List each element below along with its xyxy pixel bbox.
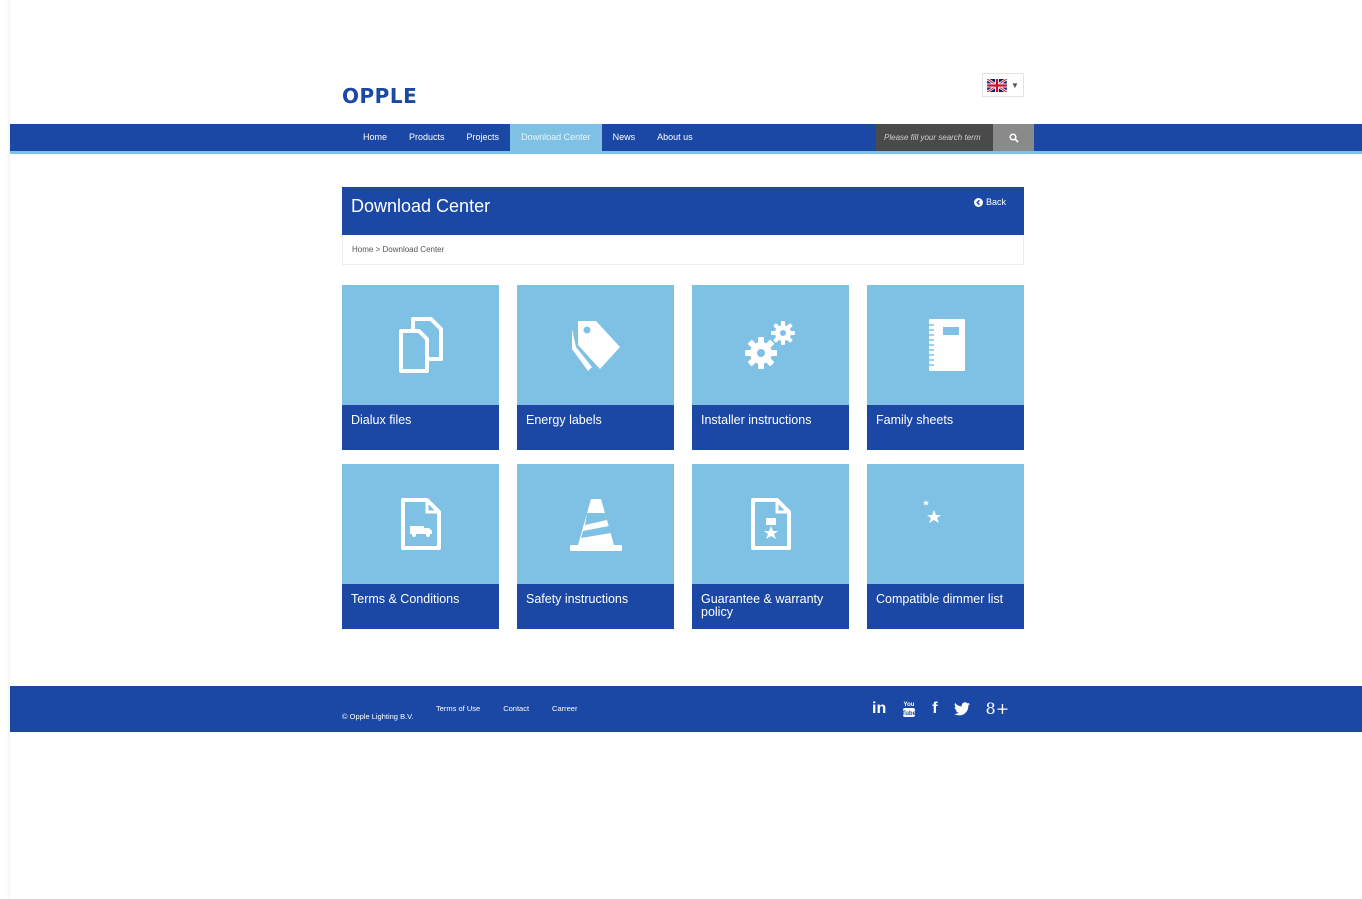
tile-terms-conditions[interactable]: Terms & Conditions <box>342 464 499 629</box>
tile-safety-instructions[interactable]: Safety instructions <box>517 464 674 629</box>
tags-icon <box>571 321 620 371</box>
back-label: Back <box>985 197 1006 207</box>
back-arrow-icon <box>973 197 983 207</box>
social-links: in You Tube f 8+ <box>872 698 1009 720</box>
tile-label: Installer instructions <box>692 405 849 450</box>
tile-label: Safety instructions <box>517 584 674 629</box>
breadcrumb-separator: > <box>375 245 381 254</box>
search-icon <box>1008 132 1019 143</box>
main-nav: Home Products Projects Download Center N… <box>352 124 704 151</box>
footer-links: Terms of Use Contact Carreer <box>436 704 577 713</box>
tile-installer-instructions[interactable]: Installer instructions <box>692 285 849 450</box>
tile-icon-area <box>342 464 499 584</box>
flag-uk-icon <box>987 78 1008 92</box>
tile-icon-area <box>692 464 849 584</box>
gears-icon <box>744 321 795 369</box>
chevron-down-icon: ▼ <box>1011 80 1019 90</box>
tile-icon-area <box>867 285 1024 405</box>
tile-label: Dialux files <box>342 405 499 450</box>
tile-icon-area <box>517 464 674 584</box>
tile-dialux-files[interactable]: Dialux files <box>342 285 499 450</box>
traffic-cone-icon <box>569 499 622 551</box>
tile-energy-labels[interactable]: Energy labels <box>517 285 674 450</box>
tile-label: Terms & Conditions <box>342 584 499 629</box>
notebook-icon <box>928 319 965 371</box>
footer-link-contact[interactable]: Contact <box>503 704 529 713</box>
main-navbar: Home Products Projects Download Center N… <box>10 124 1362 154</box>
youtube-icon[interactable]: You Tube <box>902 698 916 720</box>
search-input[interactable] <box>876 124 993 151</box>
twitter-icon[interactable] <box>953 698 970 720</box>
tile-label: Family sheets <box>867 405 1024 450</box>
linkedin-icon[interactable]: in <box>872 698 886 720</box>
breadcrumb-current: Download Center <box>382 245 445 254</box>
certificate-document-icon <box>750 498 791 550</box>
footer-link-career[interactable]: Carreer <box>552 704 577 713</box>
page-title: Download Center <box>351 196 491 216</box>
nav-item-projects[interactable]: Projects <box>456 124 511 151</box>
tile-family-sheets[interactable]: Family sheets <box>867 285 1024 450</box>
svg-text:You: You <box>904 702 915 708</box>
language-selector[interactable]: ▼ <box>982 73 1024 97</box>
tile-icon-area <box>517 285 674 405</box>
nav-item-news[interactable]: News <box>602 124 647 151</box>
tile-label: Energy labels <box>517 405 674 450</box>
opple-logo[interactable]: OPPLE <box>342 84 417 108</box>
page-header: Download Center Back <box>342 187 1024 235</box>
nav-item-about-us[interactable]: About us <box>646 124 704 151</box>
google-plus-icon[interactable]: 8+ <box>986 698 1010 720</box>
moon-star-icon <box>922 500 962 544</box>
copyright: © Opple Lighting B.V. <box>342 712 414 721</box>
tile-label: Guarantee & warranty policy <box>692 584 849 629</box>
nav-item-download-center[interactable]: Download Center <box>510 124 602 151</box>
tile-label: Compatible dimmer list <box>867 584 1024 629</box>
footer-link-terms-of-use[interactable]: Terms of Use <box>436 704 480 713</box>
tile-icon-area <box>692 285 849 405</box>
tile-icon-area <box>867 464 1024 584</box>
facebook-icon[interactable]: f <box>932 698 937 720</box>
svg-text:Tube: Tube <box>902 711 916 717</box>
search-box <box>876 124 1034 151</box>
breadcrumb-home[interactable]: Home <box>352 245 373 254</box>
nav-item-products[interactable]: Products <box>398 124 456 151</box>
breadcrumb: Home > Download Center <box>342 235 1024 265</box>
nav-item-home[interactable]: Home <box>352 124 398 151</box>
tile-guarantee-warranty[interactable]: Guarantee & warranty policy <box>692 464 849 629</box>
tile-compatible-dimmer-list[interactable]: Compatible dimmer list <box>867 464 1024 629</box>
footer: © Opple Lighting B.V. Terms of Use Conta… <box>10 686 1362 732</box>
search-button[interactable] <box>993 124 1034 151</box>
truck-document-icon <box>400 498 441 550</box>
back-button[interactable]: Back <box>973 197 1006 207</box>
documents-icon <box>398 317 443 373</box>
tile-icon-area <box>342 285 499 405</box>
